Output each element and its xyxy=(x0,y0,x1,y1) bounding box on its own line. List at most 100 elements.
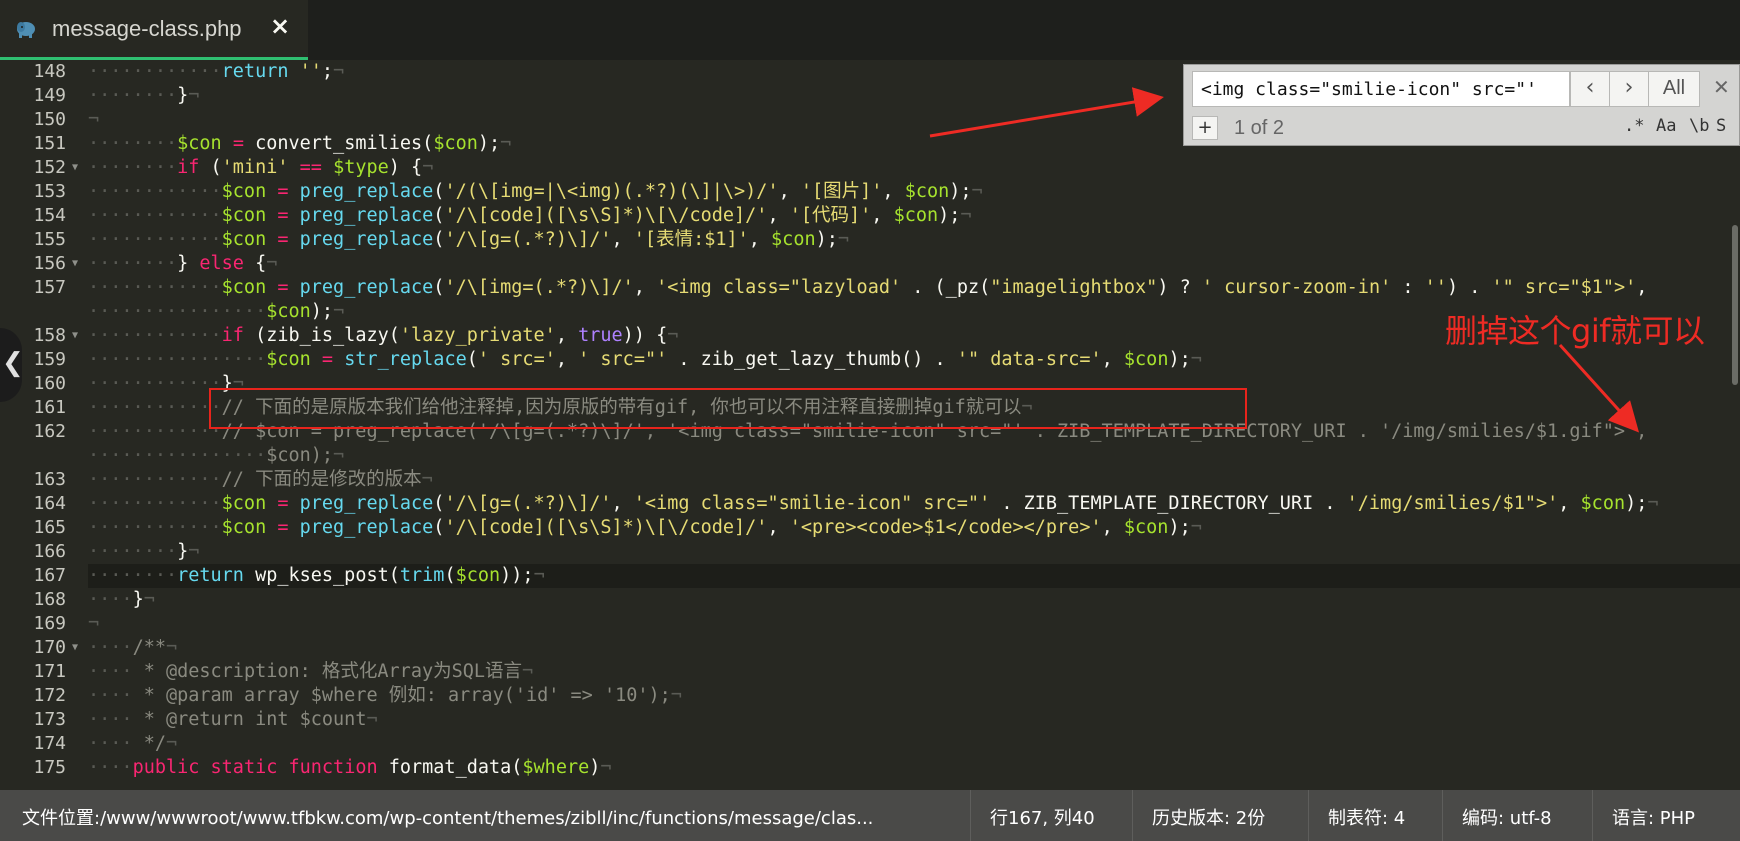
code-line[interactable]: ············$con = preg_replace('/(\[img… xyxy=(88,180,983,204)
code-line[interactable]: ········$con = convert_smilies($con);¬ xyxy=(88,132,511,156)
code-line[interactable]: ············$con = preg_replace('/\[g=(.… xyxy=(88,228,849,252)
code-token: '/(\[img=|\<img)(.*?)(\]|\>)/' xyxy=(444,181,779,202)
language[interactable]: 语言: PHP xyxy=(1612,804,1695,830)
code-token: $con xyxy=(221,229,267,250)
code-line[interactable]: ············$con = preg_replace('/\[g=(.… xyxy=(88,492,1659,516)
code-line[interactable]: ···· */¬ xyxy=(88,732,177,756)
code-token: ¬ xyxy=(88,109,100,130)
fold-toggle-icon[interactable]: ▼ xyxy=(72,156,78,180)
code-line[interactable]: ············$con = preg_replace('/\[img=… xyxy=(88,276,1647,300)
regex-toggle[interactable]: .* xyxy=(1624,116,1644,136)
code-token: . ZIB_TEMPLATE_DIRECTORY_URI . xyxy=(990,493,1347,514)
code-line[interactable]: ················$con);¬ xyxy=(88,300,344,324)
code-line[interactable]: ···· * @return int $count¬ xyxy=(88,708,378,732)
code-line[interactable]: ············if (zib_is_lazy('lazy_privat… xyxy=(88,324,678,348)
code-token: ' src=' xyxy=(477,349,556,370)
line-number: 162 xyxy=(33,421,66,442)
code-token: ); xyxy=(310,301,334,322)
encoding[interactable]: 编码: utf-8 xyxy=(1462,804,1552,830)
code-token: * @description: 格式化Array为SQL语言 xyxy=(132,661,523,682)
code-token: public xyxy=(132,757,200,778)
code-line[interactable]: ················$con = str_replace(' src… xyxy=(88,348,1202,372)
line-number: 175 xyxy=(33,757,66,778)
code-token: ¬ xyxy=(522,661,534,682)
find-previous-button[interactable]: ‹ xyxy=(1570,71,1610,107)
code-line[interactable]: ····/**¬ xyxy=(88,636,177,660)
code-token: ); xyxy=(949,181,972,202)
status-divider xyxy=(1132,790,1133,841)
code-token: ············ xyxy=(88,373,222,394)
case-sensitive-toggle[interactable]: Aa xyxy=(1656,116,1676,136)
code-token: ¬ xyxy=(971,181,983,202)
code-token: ················ xyxy=(88,445,267,466)
close-tab-icon[interactable]: × xyxy=(270,12,290,40)
code-line[interactable]: ····public static function format_data($… xyxy=(88,756,612,780)
code-line[interactable]: ················$con);¬ xyxy=(88,444,344,468)
fold-toggle-icon[interactable]: ▼ xyxy=(72,252,78,276)
vertical-scrollbar[interactable] xyxy=(1732,225,1738,385)
code-line[interactable]: ¬ xyxy=(88,108,99,132)
code-line[interactable]: ········}¬ xyxy=(88,84,199,108)
code-token: $con xyxy=(221,205,267,226)
selection-toggle[interactable]: S xyxy=(1716,116,1726,136)
tab-size[interactable]: 制表符: 4 xyxy=(1328,804,1405,830)
code-token: ···· xyxy=(88,685,133,706)
code-token: , xyxy=(1101,517,1124,538)
cursor-position[interactable]: 行167, 列40 xyxy=(990,804,1095,830)
history-versions[interactable]: 历史版本: 2份 xyxy=(1152,804,1265,830)
fold-toggle-icon[interactable]: ▼ xyxy=(72,324,78,348)
add-replace-button[interactable]: + xyxy=(1192,116,1218,140)
code-token: ) xyxy=(589,757,601,778)
code-line[interactable]: ········} else {¬ xyxy=(88,252,277,276)
code-token: ········ xyxy=(88,565,178,586)
code-token: ············ xyxy=(88,61,222,82)
code-token: , xyxy=(871,205,894,226)
code-token: ···· xyxy=(88,733,133,754)
find-all-button[interactable]: All xyxy=(1648,71,1700,107)
line-number: 171 xyxy=(33,661,66,682)
code-line[interactable]: ············return '';¬ xyxy=(88,60,344,84)
code-line[interactable]: ···· * @param array $where 例如: array('id… xyxy=(88,684,682,708)
code-token: )) { xyxy=(622,325,668,346)
tab-message-class[interactable]: message-class.php × xyxy=(0,0,308,60)
code-token: ···· xyxy=(88,637,133,658)
code-line[interactable]: ············$con = preg_replace('/\[code… xyxy=(88,516,1202,540)
code-token: ¬ xyxy=(165,637,178,658)
annotation-highlight-box xyxy=(209,388,1247,429)
whole-word-toggle[interactable]: \b xyxy=(1689,116,1709,136)
code-token: '' xyxy=(1424,277,1447,298)
code-token: '" data-src=' xyxy=(956,349,1102,370)
code-line[interactable]: ········}¬ xyxy=(88,540,199,564)
code-token: ¬ xyxy=(837,229,850,250)
line-number: 153 xyxy=(33,181,66,202)
line-number: 167 xyxy=(33,565,66,586)
code-line[interactable]: ········if ('mini' == $type) {¬ xyxy=(88,156,433,180)
code-line[interactable]: ····}¬ xyxy=(88,588,155,612)
fold-toggle-icon[interactable]: ▼ xyxy=(72,636,78,660)
code-line[interactable]: ············$con = preg_replace('/\[code… xyxy=(88,204,972,228)
code-token: 'lazy_private' xyxy=(399,325,556,346)
close-find-icon[interactable]: ✕ xyxy=(1713,75,1730,99)
find-input[interactable]: <img class="smilie-icon" src="' xyxy=(1192,71,1570,107)
line-number: 164 xyxy=(33,493,66,514)
file-path-label: 文件位置: xyxy=(22,808,101,829)
line-number: 173 xyxy=(33,709,66,730)
code-line[interactable]: ········return wp_kses_post(trim($con));… xyxy=(88,564,545,588)
side-panel-toggle[interactable]: ❮ xyxy=(0,328,24,402)
code-line[interactable]: ············// 下面的是修改的版本¬ xyxy=(88,468,433,492)
code-line[interactable]: ¬ xyxy=(88,612,99,636)
code-token: $con xyxy=(893,205,939,226)
find-next-button[interactable]: › xyxy=(1609,71,1649,107)
code-token: ············ xyxy=(88,229,222,250)
code-token: '<img class="smilie-icon" src="' xyxy=(633,493,991,514)
line-number: 151 xyxy=(33,133,66,154)
code-token: ' src="' xyxy=(578,349,668,370)
code-line[interactable]: ···· * @description: 格式化Array为SQL语言¬ xyxy=(88,660,533,684)
code-token: = xyxy=(277,517,289,538)
